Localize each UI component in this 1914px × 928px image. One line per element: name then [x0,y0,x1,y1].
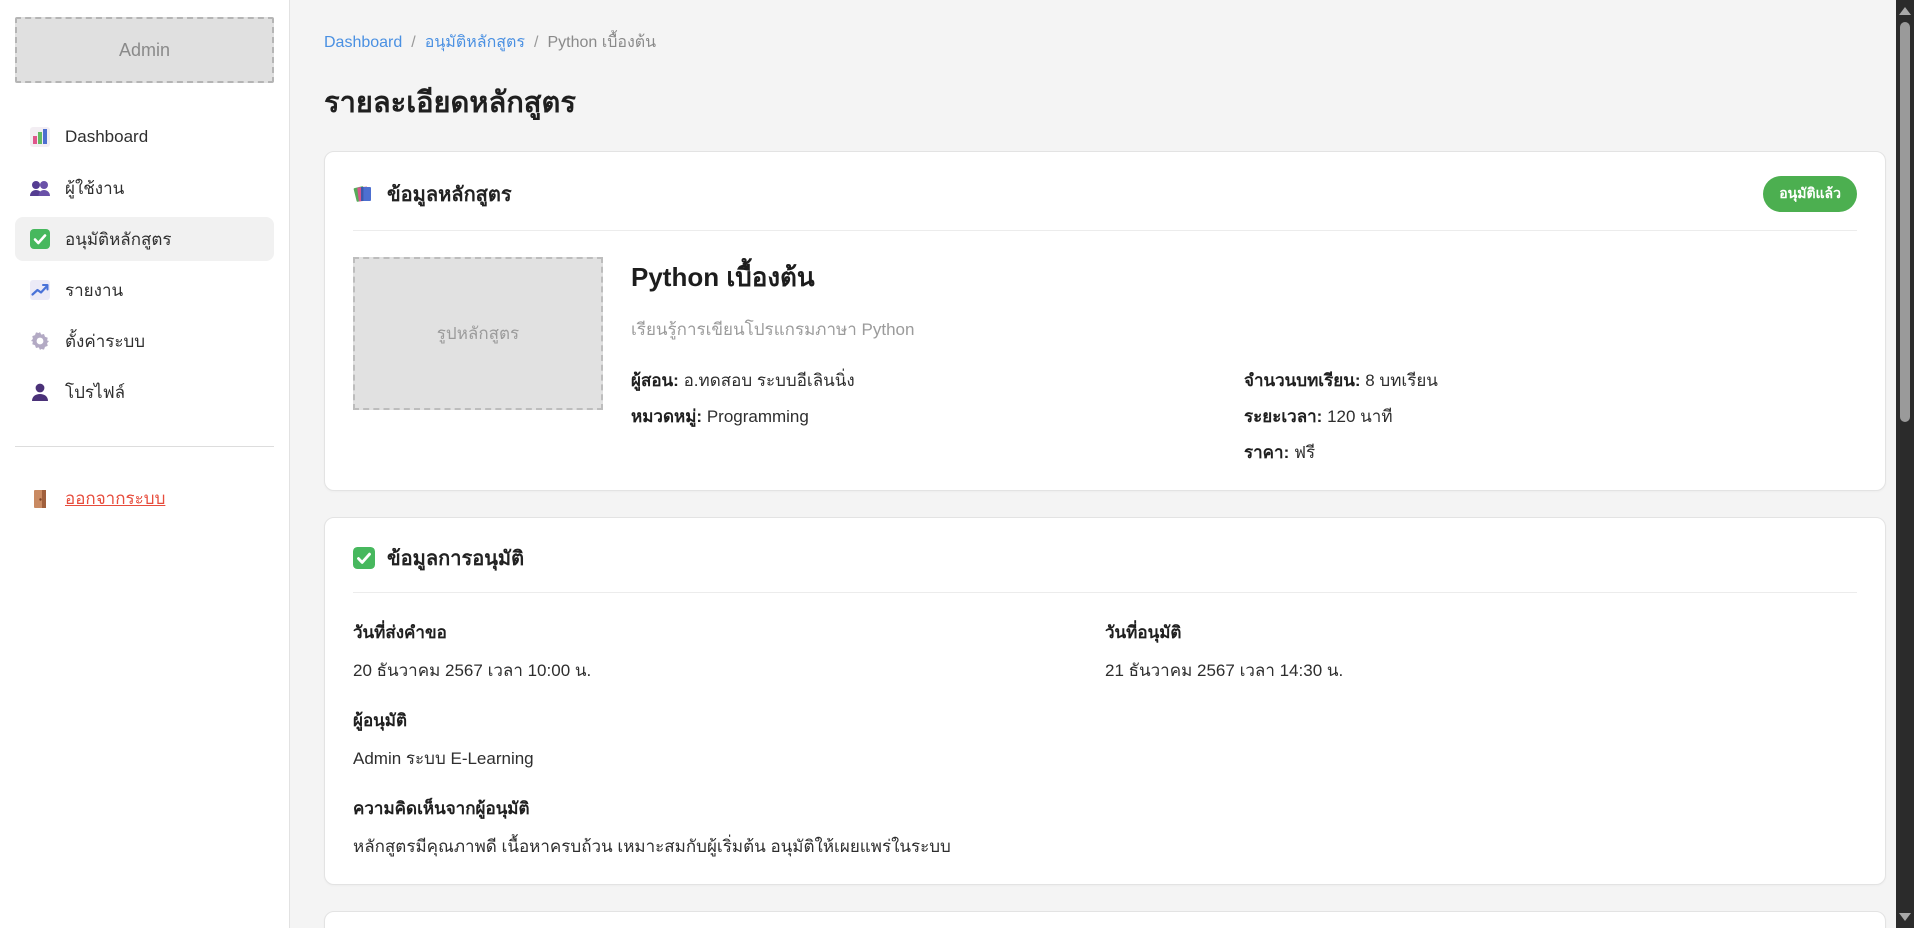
price-value: ฟรี [1294,443,1315,462]
card-title: ข้อมูลการอนุมัติ [387,542,524,574]
sidebar-item-label: ผู้ใช้งาน [65,175,124,202]
instructor-label: ผู้สอน: [631,371,679,390]
duration-line: ระยะเวลา: 120 นาที [1244,403,1857,430]
course-image-placeholder: รูปหลักสูตร [353,257,603,410]
request-date-field: วันที่ส่งคำขอ 20 ธันวาคม 2567 เวลา 10:00… [353,619,1105,684]
users-icon [29,177,51,199]
scrollbar-down-arrow-icon[interactable] [1899,913,1911,921]
sidebar-item-dashboard[interactable]: Dashboard [15,115,274,159]
comment-label: ความคิดเห็นจากผู้อนุมัติ [353,795,1857,822]
sidebar-item-label: อนุมัติหลักสูตร [65,226,172,253]
duration-label: ระยะเวลา: [1244,407,1322,426]
page-title: รายละเอียดหลักสูตร [324,79,1886,125]
sidebar-item-approve-courses[interactable]: อนุมัติหลักสูตร [15,217,274,261]
sidebar-nav: Dashboard ผู้ใช้งาน อนุมัติหลักสูตร รายง… [15,115,274,414]
check-icon [353,547,375,569]
sidebar: Admin Dashboard ผู้ใช้งาน อนุมัติหลักสูต… [0,0,290,928]
comment-field: ความคิดเห็นจากผู้อนุมัติ หลักสูตรมีคุณภา… [353,795,1857,860]
sidebar-item-reports[interactable]: รายงาน [15,268,274,312]
approver-value: Admin ระบบ E-Learning [353,745,1857,772]
price-line: ราคา: ฟรี [1244,439,1857,466]
course-meta-right: จำนวนบทเรียน: 8 บทเรียน ระยะเวลา: 120 นา… [1244,367,1857,466]
sidebar-item-label: รายงาน [65,277,123,304]
breadcrumb-separator: / [534,34,538,52]
logout-label: ออกจากระบบ [65,485,165,512]
lessons-line: จำนวนบทเรียน: 8 บทเรียน [1244,367,1857,394]
sidebar-item-profile[interactable]: โปรไฟล์ [15,370,274,414]
course-structure-card: โครงสร้างหลักสูตร [324,911,1886,928]
request-date-label: วันที่ส่งคำขอ [353,619,1105,646]
comment-value: หลักสูตรมีคุณภาพดี เนื้อหาครบถ้วน เหมาะส… [353,833,1857,860]
instructor-value: อ.ทดสอบ ระบบอีเลินนิ่ง [684,371,855,390]
breadcrumb-current: Python เบื้องต้น [547,30,656,55]
breadcrumb: Dashboard / อนุมัติหลักสูตร / Python เบื… [324,30,1886,55]
sidebar-item-settings[interactable]: ตั้งค่าระบบ [15,319,274,363]
price-label: ราคา: [1244,443,1289,462]
logout-button[interactable]: ออกจากระบบ [15,485,274,512]
lessons-value: 8 บทเรียน [1365,371,1438,390]
approve-date-field: วันที่อนุมัติ 21 ธันวาคม 2567 เวลา 14:30… [1105,619,1857,684]
brand-logo-placeholder: Admin [15,17,274,83]
main-content: Dashboard / อนุมัติหลักสูตร / Python เบื… [290,0,1914,928]
category-value: Programming [707,407,809,426]
sidebar-divider [15,446,274,447]
brand-label: Admin [119,40,170,61]
profile-icon [29,381,51,403]
instructor-line: ผู้สอน: อ.ทดสอบ ระบบอีเลินนิ่ง [631,367,1244,394]
dashboard-icon [29,126,51,148]
lessons-label: จำนวนบทเรียน: [1244,371,1360,390]
sidebar-item-label: Dashboard [65,127,148,147]
logout-door-icon [29,488,51,510]
settings-icon [29,330,51,352]
scrollbar-thumb[interactable] [1900,22,1910,422]
course-info-card: ข้อมูลหลักสูตร อนุมัติแล้ว รูปหลักสูตร P… [324,151,1886,491]
approver-field: ผู้อนุมัติ Admin ระบบ E-Learning [353,707,1857,772]
sidebar-item-users[interactable]: ผู้ใช้งาน [15,166,274,210]
sidebar-item-label: ตั้งค่าระบบ [65,328,145,355]
sidebar-item-label: โปรไฟล์ [65,379,125,406]
approve-date-value: 21 ธันวาคม 2567 เวลา 14:30 น. [1105,657,1857,684]
card-divider [353,230,1857,231]
course-meta-left: ผู้สอน: อ.ทดสอบ ระบบอีเลินนิ่ง หมวดหมู่:… [631,367,1244,466]
category-label: หมวดหมู่: [631,407,702,426]
vertical-scrollbar[interactable] [1896,0,1914,928]
approve-courses-icon [29,228,51,250]
approver-label: ผู้อนุมัติ [353,707,1857,734]
reports-icon [29,279,51,301]
category-line: หมวดหมู่: Programming [631,403,1244,430]
duration-value: 120 นาที [1327,407,1392,426]
scrollbar-up-arrow-icon[interactable] [1899,7,1911,15]
approve-date-label: วันที่อนุมัติ [1105,619,1857,646]
breadcrumb-separator: / [411,34,415,52]
status-badge: อนุมัติแล้ว [1763,176,1857,212]
course-image-label: รูปหลักสูตร [437,320,519,347]
course-description: เรียนรู้การเขียนโปรแกรมภาษา Python [631,316,1857,343]
approval-info-card: ข้อมูลการอนุมัติ วันที่ส่งคำขอ 20 ธันวาค… [324,517,1886,885]
breadcrumb-link-approve-courses[interactable]: อนุมัติหลักสูตร [425,30,525,55]
card-divider [353,592,1857,593]
request-date-value: 20 ธันวาคม 2567 เวลา 10:00 น. [353,657,1105,684]
course-name: Python เบื้องต้น [631,257,1857,298]
breadcrumb-link-dashboard[interactable]: Dashboard [324,34,402,52]
books-icon [353,183,375,205]
card-title: ข้อมูลหลักสูตร [387,178,512,210]
